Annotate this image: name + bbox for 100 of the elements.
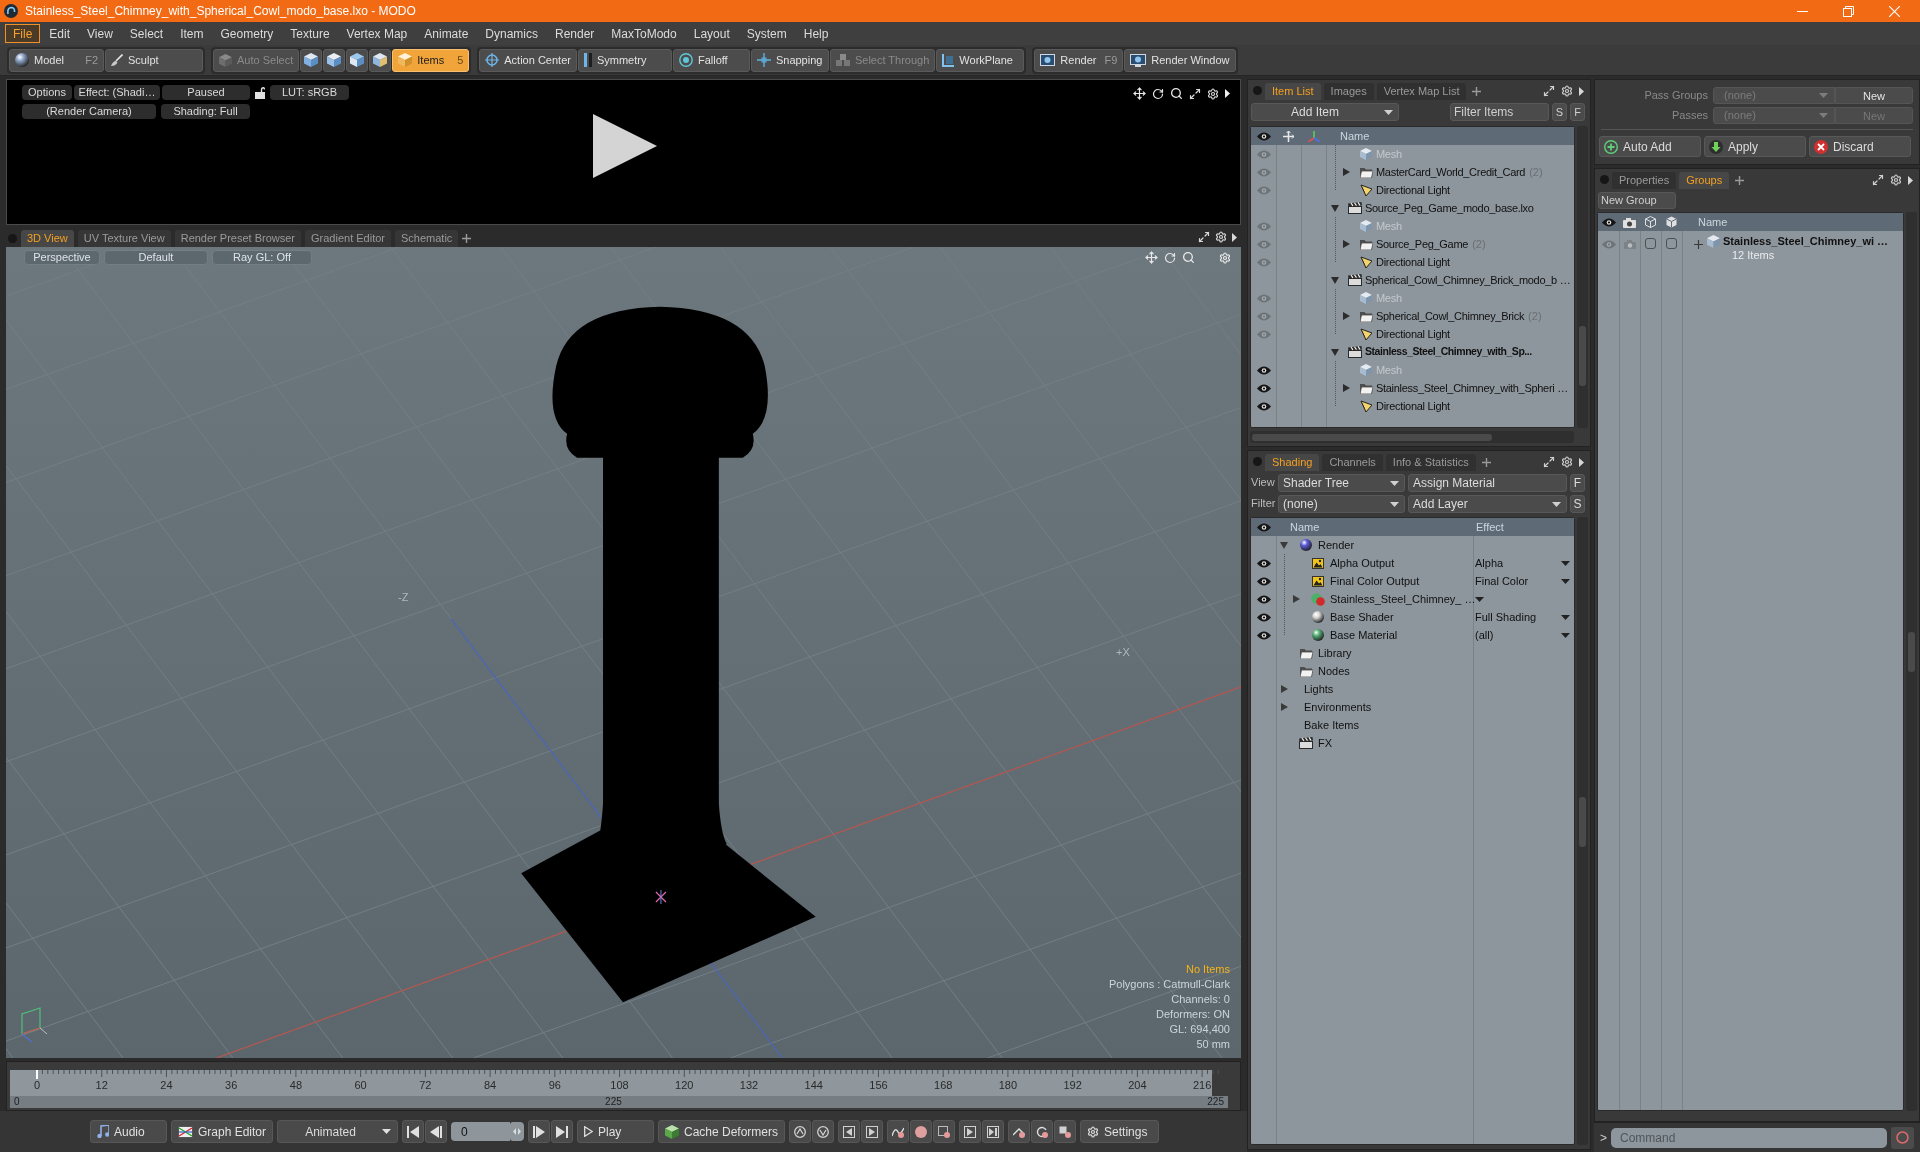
panel-tab[interactable]: Properties xyxy=(1612,172,1677,189)
shader-item-name[interactable]: Base Shader xyxy=(1330,608,1394,626)
rotate-icon[interactable] xyxy=(1152,87,1164,100)
panel-arrow-icon[interactable] xyxy=(1579,457,1584,467)
transport-button[interactable] xyxy=(959,1120,982,1143)
settings-icon[interactable] xyxy=(1890,174,1902,186)
toggle-button[interactable]: S xyxy=(1552,103,1567,121)
transport-button[interactable]: Cache Deformers xyxy=(658,1120,786,1143)
animation-mode-dropdown[interactable]: Animated xyxy=(277,1120,398,1143)
plus-icon[interactable] xyxy=(1472,87,1482,96)
menu-item[interactable]: Layout xyxy=(685,24,738,43)
expand-triangle-icon[interactable] xyxy=(1342,384,1350,392)
filter-field[interactable]: Filter Items xyxy=(1450,103,1549,121)
toolbar-button[interactable]: Model F2 xyxy=(9,48,104,72)
shader-item-name[interactable]: Render xyxy=(1318,536,1355,554)
view-option-button[interactable]: Perspective xyxy=(24,250,100,265)
toolbar-button[interactable]: Symmetry xyxy=(577,48,672,72)
item-name[interactable]: Directional Light xyxy=(1376,253,1450,271)
panel-tab[interactable]: Item List xyxy=(1265,83,1321,100)
group-action-button[interactable]: Auto Add xyxy=(1599,136,1701,157)
eye-icon[interactable] xyxy=(1256,612,1271,622)
transport-button[interactable]: Settings xyxy=(1080,1120,1160,1143)
item-name[interactable]: MasterCard_World_Credit_Card xyxy=(1376,163,1526,181)
shader-item-name[interactable]: Bake Items xyxy=(1304,716,1360,734)
panel-tab[interactable]: Vertex Map List xyxy=(1376,83,1467,100)
toolbar-button[interactable]: Snapping xyxy=(750,48,829,72)
checkbox[interactable] xyxy=(1645,238,1656,249)
view-dropdown[interactable]: Shader Tree xyxy=(1278,473,1405,492)
group-action-button[interactable]: Discard xyxy=(1809,136,1911,157)
menu-item[interactable]: System xyxy=(738,24,795,43)
menu-item[interactable]: Edit xyxy=(41,24,79,43)
effect-dropdown[interactable]: Alpha xyxy=(1473,555,1574,571)
eye-icon[interactable] xyxy=(1256,594,1271,604)
expand-triangle-icon[interactable] xyxy=(1280,685,1288,693)
effect-dropdown[interactable]: Final Color xyxy=(1473,573,1574,589)
panel-tab[interactable]: Shading xyxy=(1265,454,1320,471)
panel-tab[interactable]: Images xyxy=(1323,83,1374,100)
menu-item[interactable]: Help xyxy=(795,24,837,43)
transport-button[interactable] xyxy=(551,1120,573,1143)
transport-button[interactable]: Play xyxy=(577,1120,654,1143)
new-button[interactable]: New xyxy=(1835,86,1913,104)
toggle-button[interactable]: S xyxy=(1570,494,1585,513)
toolbar-button[interactable]: WorkPlane xyxy=(936,48,1025,72)
transport-button[interactable] xyxy=(789,1120,812,1143)
menu-item[interactable]: Select xyxy=(121,24,172,43)
render-option-button[interactable]: Shading: Full xyxy=(161,104,250,119)
padlock-icon[interactable] xyxy=(255,86,265,99)
transport-button[interactable] xyxy=(812,1120,835,1143)
expand-triangle-icon[interactable] xyxy=(1280,541,1288,549)
transport-button[interactable] xyxy=(1008,1120,1031,1143)
transport-button[interactable] xyxy=(982,1120,1005,1143)
view-tab[interactable]: Schematic xyxy=(395,230,459,247)
shader-item-name[interactable]: Base Material xyxy=(1330,626,1398,644)
transport-button[interactable] xyxy=(1031,1120,1054,1143)
settings-icon[interactable] xyxy=(1561,85,1573,97)
panel-tab[interactable]: Info & Statistics xyxy=(1385,454,1476,471)
plus-icon[interactable] xyxy=(1481,458,1491,467)
view-tab[interactable]: 3D View xyxy=(21,230,74,247)
add-item-dropdown[interactable]: Add Item xyxy=(1251,103,1399,121)
eye-icon[interactable] xyxy=(1256,576,1271,586)
view-tab[interactable]: Gradient Editor xyxy=(305,230,391,247)
maximize-icon[interactable] xyxy=(1543,85,1555,97)
item-name[interactable]: Source_Peg_Game xyxy=(1376,235,1469,253)
transport-button[interactable] xyxy=(933,1120,956,1143)
effect-dropdown[interactable]: Full Shading xyxy=(1473,609,1574,625)
shader-item-name[interactable]: Environments xyxy=(1304,698,1372,716)
menu-item[interactable]: View xyxy=(79,24,121,43)
plus-icon[interactable] xyxy=(1735,176,1745,185)
eye-icon[interactable] xyxy=(1256,383,1271,393)
menu-item[interactable]: Item xyxy=(172,24,212,43)
scrollbar-thumb[interactable] xyxy=(1579,326,1586,386)
eye-icon[interactable] xyxy=(1256,630,1271,640)
menu-item[interactable]: Render xyxy=(547,24,603,43)
item-name[interactable]: Directional Light xyxy=(1376,325,1450,343)
eye-icon[interactable] xyxy=(1256,558,1271,568)
expand-triangle-icon[interactable] xyxy=(1280,703,1288,711)
item-name[interactable]: Directional Light xyxy=(1376,181,1450,199)
checkbox[interactable] xyxy=(1666,238,1677,249)
menu-item[interactable]: Geometry xyxy=(212,24,282,43)
maximize-icon[interactable] xyxy=(1198,231,1210,243)
play-icon[interactable] xyxy=(593,114,657,178)
view-tab[interactable]: Render Preset Browser xyxy=(174,230,301,247)
effect-dropdown[interactable]: (all) xyxy=(1473,627,1574,643)
filter-dropdown[interactable]: (none) xyxy=(1278,494,1405,513)
toolbar-button[interactable]: Render Window xyxy=(1124,48,1236,72)
expand-triangle-icon[interactable] xyxy=(1342,312,1350,320)
plus-icon[interactable] xyxy=(462,234,472,243)
transport-button[interactable]: Audio xyxy=(89,1120,167,1143)
toggle-button[interactable]: F xyxy=(1570,103,1585,121)
menu-item[interactable]: Texture xyxy=(282,24,338,43)
selection-mode-button[interactable] xyxy=(346,48,369,72)
maximize-icon[interactable] xyxy=(1189,87,1201,100)
close-icon[interactable] xyxy=(1889,5,1900,17)
expand-triangle-icon[interactable] xyxy=(1342,168,1350,176)
panel-arrow-icon[interactable] xyxy=(1232,232,1237,242)
expand-triangle-icon[interactable] xyxy=(1331,348,1339,356)
group-action-button[interactable]: Apply xyxy=(1704,136,1806,157)
menu-item[interactable]: Animate xyxy=(416,24,477,43)
toolbar-button[interactable]: Items 5 xyxy=(392,48,470,72)
expand-triangle-icon[interactable] xyxy=(1342,240,1350,248)
